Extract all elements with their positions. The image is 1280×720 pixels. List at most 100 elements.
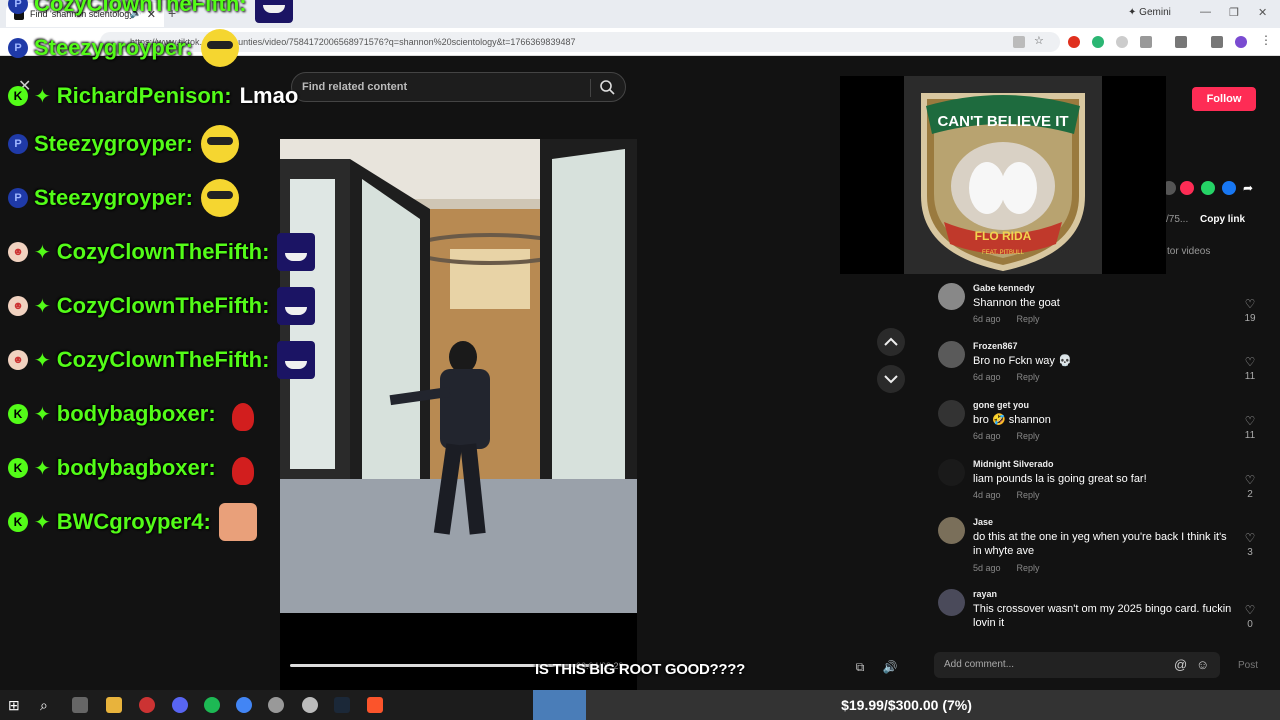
like-heart-icon[interactable]: ♡	[1243, 297, 1257, 311]
reply-button[interactable]: Reply	[1017, 372, 1040, 382]
extensions-puzzle-icon[interactable]	[1140, 36, 1152, 48]
comment-text: Shannon the goat	[973, 297, 1060, 309]
maximize-icon[interactable]: ❐	[1229, 6, 1239, 19]
clown-badge-icon: ☻	[8, 296, 28, 316]
video-controls-area	[280, 613, 637, 690]
like-count: 19	[1244, 313, 1256, 324]
video-player[interactable]	[280, 139, 637, 613]
steam-icon[interactable]	[334, 697, 350, 713]
patch-feat: FEAT. PITBULL	[982, 250, 1025, 256]
close-window-icon[interactable]: ✕	[1258, 6, 1267, 19]
clownface-emote-icon	[277, 287, 316, 325]
bookmark-star-icon[interactable]: ☆	[1034, 34, 1046, 47]
minimize-icon[interactable]: —	[1200, 6, 1211, 18]
gemini-button[interactable]: ✦ Gemini	[1128, 7, 1171, 18]
reply-button[interactable]: Reply	[1017, 490, 1040, 500]
install-icon[interactable]	[1013, 36, 1025, 48]
obs-icon[interactable]	[139, 697, 155, 713]
copy-link-button[interactable]: Copy link	[1200, 214, 1245, 225]
comment-meta: 6d ago Reply	[973, 372, 1040, 382]
file-explorer-icon[interactable]	[106, 697, 122, 713]
reply-button[interactable]: Reply	[1017, 431, 1040, 441]
search-icon[interactable]: ⌕	[40, 697, 56, 713]
comment-meta: 5d ago Reply	[973, 563, 1040, 573]
comment-username[interactable]: Gabe kennedy	[973, 283, 1035, 293]
share-whatsapp-icon[interactable]	[1201, 181, 1215, 195]
menu-kebab-icon[interactable]: ⋮	[1260, 33, 1272, 47]
comment-username[interactable]: Frozen867	[973, 341, 1018, 351]
face-emote-icon	[218, 503, 257, 541]
chevron-down-icon	[884, 375, 898, 384]
share-facebook-icon[interactable]	[1222, 181, 1236, 195]
commenter-avatar[interactable]	[938, 283, 965, 310]
kick-badge-icon: K	[8, 404, 28, 424]
related-search-bar[interactable]: Find related content	[291, 72, 626, 102]
task-view-icon[interactable]	[72, 697, 88, 713]
extension-green-icon[interactable]	[1092, 36, 1104, 48]
sub-badge-icon: ✦	[34, 457, 51, 480]
like-heart-icon[interactable]: ♡	[1243, 603, 1257, 617]
like-heart-icon[interactable]: ♡	[1243, 531, 1257, 545]
patch-title: CAN'T BELIEVE IT	[937, 113, 1068, 130]
comment-username[interactable]: rayan	[973, 589, 997, 599]
commenter-avatar[interactable]	[938, 400, 965, 427]
commenter-avatar[interactable]	[938, 341, 965, 368]
like-heart-icon[interactable]: ♡	[1243, 414, 1257, 428]
spotify-icon[interactable]	[204, 697, 220, 713]
patch-sub: FLO RIDA	[975, 229, 1032, 243]
emoji-icon[interactable]: ☺	[1196, 657, 1209, 672]
pip-icon[interactable]: ⧉	[850, 657, 870, 677]
volume-icon[interactable]: 🔊	[880, 657, 900, 677]
chrome-icon[interactable]	[236, 697, 252, 713]
mention-icon[interactable]: @	[1174, 657, 1187, 672]
search-icon[interactable]	[598, 78, 616, 96]
comment-text: Bro no Fckn way 💀	[973, 355, 1072, 367]
comment-username[interactable]: gone get you	[973, 400, 1029, 410]
comment-text: do this at the one in yeg when you're ba…	[973, 531, 1227, 557]
add-comment-input[interactable]: Add comment... @ ☺	[934, 652, 1220, 678]
chat-message: ☻ ✦ CozyClownTheFifth:	[8, 340, 316, 380]
comment-text: liam pounds la is going great so far!	[973, 473, 1147, 485]
commenter-avatar[interactable]	[938, 517, 965, 544]
sub-badge-icon: ✦	[34, 349, 51, 372]
like-count: 2	[1247, 489, 1253, 500]
like-heart-icon[interactable]: ♡	[1243, 473, 1257, 487]
post-comment-button[interactable]: Post	[1238, 660, 1258, 671]
sidebar-icon[interactable]	[1175, 36, 1187, 48]
comment-username[interactable]: Midnight Silverado	[973, 459, 1054, 469]
like-heart-icon[interactable]: ♡	[1243, 355, 1257, 369]
brave-icon[interactable]	[367, 697, 383, 713]
discord-icon[interactable]	[172, 697, 188, 713]
sun-emote-icon	[200, 29, 239, 67]
bird-emote-icon	[224, 449, 262, 487]
profile-avatar[interactable]	[1235, 36, 1247, 48]
extension-gray-icon[interactable]	[1116, 36, 1128, 48]
app-icon[interactable]	[268, 697, 284, 713]
media-control-icon[interactable]	[1211, 36, 1223, 48]
sub-badge-icon: ✦	[34, 85, 51, 108]
platform-badge-icon: P	[8, 188, 28, 208]
like-count: 11	[1244, 430, 1256, 441]
windows-start-icon[interactable]: ⊞	[8, 697, 24, 713]
share-tiktok-icon[interactable]	[1180, 181, 1194, 195]
bird-emote-icon	[224, 395, 262, 433]
comment-age: 6d ago	[973, 314, 1001, 324]
sun-emote-icon	[200, 125, 239, 163]
comment-placeholder: Add comment...	[944, 659, 1015, 670]
tab-creator-videos[interactable]: tor videos	[1167, 246, 1210, 257]
app-icon[interactable]	[302, 697, 318, 713]
commenter-avatar[interactable]	[938, 459, 965, 486]
reply-button[interactable]: Reply	[1017, 314, 1040, 324]
next-video-button[interactable]	[877, 365, 905, 393]
previous-video-button[interactable]	[877, 328, 905, 356]
comment-meta: 6d ago Reply	[973, 431, 1040, 441]
comment-age: 4d ago	[973, 490, 1001, 500]
comment-username[interactable]: Jase	[973, 517, 993, 527]
follow-button[interactable]: Follow	[1192, 87, 1256, 111]
chat-message: K ✦ RichardPenison: Lmao	[8, 76, 298, 116]
share-arrow-icon[interactable]: ➦	[1243, 181, 1257, 195]
commenter-avatar[interactable]	[938, 589, 965, 616]
reply-button[interactable]: Reply	[1017, 563, 1040, 573]
chat-username: Steezygroyper:	[34, 35, 193, 60]
extension-red-icon[interactable]	[1068, 36, 1080, 48]
